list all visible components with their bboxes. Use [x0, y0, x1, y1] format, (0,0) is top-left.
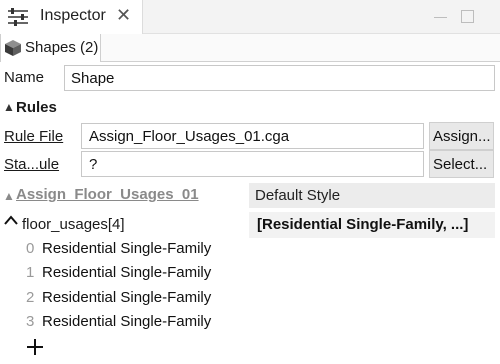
floor-usages-value[interactable]: [Residential Single-Family, ...]: [249, 212, 495, 238]
shapes-tab-label: Shapes (2): [25, 39, 99, 56]
floor-usages-value-text: [Residential Single-Family, ...]: [257, 216, 469, 233]
select-button[interactable]: Select...: [429, 150, 494, 178]
start-rule-label[interactable]: Sta...ule: [4, 156, 59, 173]
close-icon[interactable]: ✕: [116, 5, 131, 25]
list-item[interactable]: 3 Residential Single-Family: [0, 313, 260, 337]
item-value: Residential Single-Family: [42, 264, 212, 281]
style-header-label: Default Style: [255, 187, 341, 204]
plus-icon[interactable]: [25, 337, 45, 357]
list-item[interactable]: 2 Residential Single-Family: [0, 289, 260, 313]
tab-shapes[interactable]: Shapes (2): [0, 34, 101, 62]
list-item[interactable]: 0 Residential Single-Family: [0, 240, 260, 264]
rule-file-field[interactable]: [81, 123, 424, 149]
shapes-tab-row: Shapes (2): [0, 34, 500, 62]
rule-file-label[interactable]: Rule File: [4, 128, 63, 145]
style-header[interactable]: Default Style: [249, 183, 495, 208]
rule-section-name[interactable]: Assign_Floor_Usages_01: [16, 186, 199, 203]
start-rule-field[interactable]: [81, 151, 424, 177]
minimize-icon[interactable]: [434, 17, 447, 18]
assign-button[interactable]: Assign...: [429, 122, 494, 150]
maximize-icon[interactable]: [461, 10, 474, 23]
title-bar: Inspector ✕: [0, 0, 500, 34]
cube-icon: [5, 40, 21, 56]
inspector-tab[interactable]: Inspector ✕: [0, 0, 143, 34]
floor-usages-label: floor_usages[4]: [22, 216, 125, 233]
rules-header[interactable]: Rules: [16, 99, 57, 116]
item-value: Residential Single-Family: [42, 240, 212, 257]
item-value: Residential Single-Family: [42, 289, 212, 306]
name-label: Name: [4, 69, 45, 86]
item-index: 0: [26, 240, 35, 257]
chevron-up-icon[interactable]: [4, 214, 18, 228]
sliders-icon: [8, 8, 28, 26]
chevron-up-icon[interactable]: ▲: [3, 100, 15, 114]
list-item[interactable]: 1 Residential Single-Family: [0, 264, 260, 288]
chevron-up-icon[interactable]: ▲: [3, 189, 15, 203]
item-index: 3: [26, 313, 35, 330]
name-field[interactable]: [64, 65, 495, 91]
item-value: Residential Single-Family: [42, 313, 212, 330]
item-index: 2: [26, 289, 35, 306]
item-index: 1: [26, 264, 35, 281]
inspector-tab-title: Inspector: [40, 7, 106, 24]
